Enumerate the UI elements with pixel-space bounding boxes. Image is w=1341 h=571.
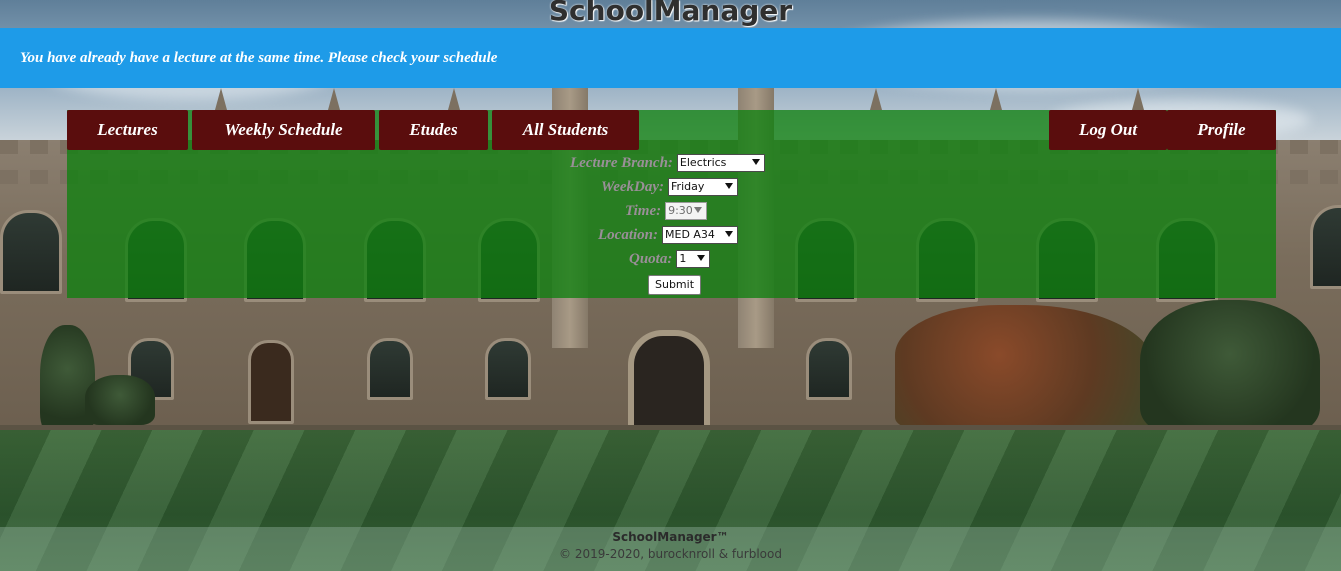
quota-value: 1 [679, 252, 687, 265]
location-select[interactable]: MED A34 [662, 226, 738, 244]
time-select[interactable]: 9:30 [665, 202, 708, 220]
lecture-branch-value: Electrics [679, 156, 727, 169]
time-value: 9:30 [668, 204, 693, 217]
nav-profile-button[interactable]: Profile [1167, 110, 1276, 150]
chevron-down-icon [697, 255, 706, 261]
footer-copyright: © 2019-2020, burocknroll & furblood [559, 547, 782, 561]
submit-button[interactable]: Submit [648, 275, 702, 295]
quota-select[interactable]: 1 [676, 250, 711, 268]
nav-weekly-schedule-button[interactable]: Weekly Schedule [192, 110, 375, 150]
nav-log-out-button[interactable]: Log Out [1049, 110, 1167, 150]
alert-message: You have already have a lecture at the s… [20, 49, 498, 66]
time-label: Time: [625, 202, 662, 219]
weekday-select[interactable]: Friday [668, 178, 739, 196]
quota-label: Quota: [629, 250, 673, 267]
chevron-down-icon [725, 183, 734, 189]
nav-lectures-button[interactable]: Lectures [67, 110, 188, 150]
chevron-down-icon [751, 159, 760, 165]
chevron-down-icon [694, 207, 703, 213]
footer: SchoolManager™ © 2019-2020, burocknroll … [0, 527, 1341, 571]
footer-brand: SchoolManager™ [612, 530, 729, 544]
lecture-branch-select[interactable]: Electrics [676, 154, 765, 172]
location-label: Location: [598, 226, 658, 243]
alert-banner: You have already have a lecture at the s… [0, 28, 1341, 88]
nav-all-students-button[interactable]: All Students [492, 110, 639, 150]
chevron-down-icon [725, 231, 733, 237]
weekday-value: Friday [671, 180, 705, 193]
location-value: MED A34 [665, 228, 715, 241]
lecture-branch-label: Lecture Branch: [570, 154, 673, 171]
weekday-label: WeekDay: [601, 178, 665, 195]
nav-etudes-button[interactable]: Etudes [379, 110, 488, 150]
app-title: SchoolManager [548, 0, 793, 27]
